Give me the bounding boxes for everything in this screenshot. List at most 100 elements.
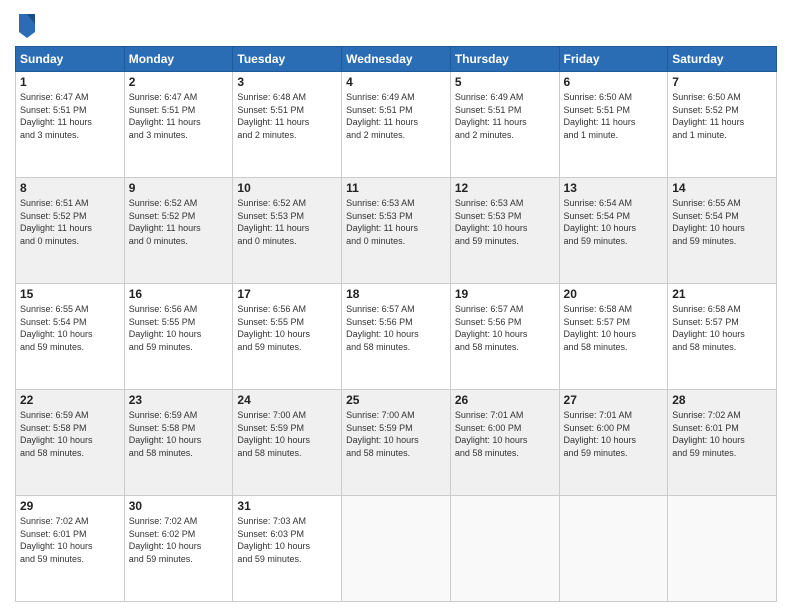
- calendar-day-cell: 31 Sunrise: 7:03 AM Sunset: 6:03 PM Dayli…: [233, 496, 342, 602]
- day-number: 6: [564, 75, 664, 89]
- calendar-day-cell: 18 Sunrise: 6:57 AM Sunset: 5:56 PM Dayli…: [342, 284, 451, 390]
- day-info: Sunrise: 6:57 AM Sunset: 5:56 PM Dayligh…: [346, 303, 446, 353]
- day-number: 11: [346, 181, 446, 195]
- day-info: Sunrise: 7:00 AM Sunset: 5:59 PM Dayligh…: [346, 409, 446, 459]
- day-number: 22: [20, 393, 120, 407]
- day-info: Sunrise: 6:56 AM Sunset: 5:55 PM Dayligh…: [129, 303, 229, 353]
- day-number: 15: [20, 287, 120, 301]
- day-number: 4: [346, 75, 446, 89]
- calendar-day-cell: 11Sunrise: 6:53 AM Sunset: 5:53 PM Dayli…: [342, 178, 451, 284]
- calendar-day-cell: 8 Sunrise: 6:51 AM Sunset: 5:52 PM Daylig…: [16, 178, 125, 284]
- day-number: 24: [237, 393, 337, 407]
- day-info: Sunrise: 6:49 AM Sunset: 5:51 PM Dayligh…: [455, 91, 555, 141]
- day-number: 17: [237, 287, 337, 301]
- day-number: 27: [564, 393, 664, 407]
- day-number: 21: [672, 287, 772, 301]
- day-info: Sunrise: 6:48 AM Sunset: 5:51 PM Dayligh…: [237, 91, 337, 141]
- day-number: 23: [129, 393, 229, 407]
- day-info: Sunrise: 6:52 AM Sunset: 5:52 PM Dayligh…: [129, 197, 229, 247]
- calendar-day-cell: 28 Sunrise: 7:02 AM Sunset: 6:01 PM Dayli…: [668, 390, 777, 496]
- day-number: 28: [672, 393, 772, 407]
- day-number: 2: [129, 75, 229, 89]
- calendar-day-cell: 2 Sunrise: 6:47 AM Sunset: 5:51 PM Daylig…: [124, 72, 233, 178]
- calendar-week-row: 29Sunrise: 7:02 AM Sunset: 6:01 PM Dayli…: [16, 496, 777, 602]
- weekday-thursday: Thursday: [450, 47, 559, 72]
- day-info: Sunrise: 7:01 AM Sunset: 6:00 PM Dayligh…: [564, 409, 664, 459]
- weekday-friday: Friday: [559, 47, 668, 72]
- day-number: 14: [672, 181, 772, 195]
- calendar-day-cell: 23 Sunrise: 6:59 AM Sunset: 5:58 PM Dayli…: [124, 390, 233, 496]
- day-info: Sunrise: 6:59 AM Sunset: 5:58 PM Dayligh…: [129, 409, 229, 459]
- day-info: Sunrise: 7:03 AM Sunset: 6:03 PM Dayligh…: [237, 515, 337, 565]
- weekday-monday: Monday: [124, 47, 233, 72]
- day-number: 18: [346, 287, 446, 301]
- day-number: 9: [129, 181, 229, 195]
- calendar-day-cell: 27 Sunrise: 7:01 AM Sunset: 6:00 PM Dayli…: [559, 390, 668, 496]
- weekday-tuesday: Tuesday: [233, 47, 342, 72]
- header: [15, 10, 777, 38]
- calendar-day-cell: 6Sunrise: 6:50 AM Sunset: 5:51 PM Daylig…: [559, 72, 668, 178]
- calendar-day-cell: [342, 496, 451, 602]
- calendar-day-cell: [668, 496, 777, 602]
- day-info: Sunrise: 6:49 AM Sunset: 5:51 PM Dayligh…: [346, 91, 446, 141]
- calendar-day-cell: 20Sunrise: 6:58 AM Sunset: 5:57 PM Dayli…: [559, 284, 668, 390]
- day-info: Sunrise: 6:55 AM Sunset: 5:54 PM Dayligh…: [672, 197, 772, 247]
- calendar-day-cell: 13 Sunrise: 6:54 AM Sunset: 5:54 PM Dayli…: [559, 178, 668, 284]
- day-info: Sunrise: 6:50 AM Sunset: 5:52 PM Dayligh…: [672, 91, 772, 141]
- day-number: 7: [672, 75, 772, 89]
- calendar-day-cell: 25 Sunrise: 7:00 AM Sunset: 5:59 PM Dayli…: [342, 390, 451, 496]
- calendar-day-cell: 30 Sunrise: 7:02 AM Sunset: 6:02 PM Dayli…: [124, 496, 233, 602]
- calendar-day-cell: 1Sunrise: 6:47 AM Sunset: 5:51 PM Daylig…: [16, 72, 125, 178]
- day-number: 31: [237, 499, 337, 513]
- logo: [15, 10, 37, 38]
- day-number: 12: [455, 181, 555, 195]
- calendar-day-cell: 7 Sunrise: 6:50 AM Sunset: 5:52 PM Daylig…: [668, 72, 777, 178]
- calendar-day-cell: 21 Sunrise: 6:58 AM Sunset: 5:57 PM Dayli…: [668, 284, 777, 390]
- day-number: 8: [20, 181, 120, 195]
- calendar-day-cell: 26 Sunrise: 7:01 AM Sunset: 6:00 PM Dayli…: [450, 390, 559, 496]
- calendar-day-cell: [559, 496, 668, 602]
- calendar-day-cell: 22 Sunrise: 6:59 AM Sunset: 5:58 PM Dayli…: [16, 390, 125, 496]
- day-number: 30: [129, 499, 229, 513]
- calendar-day-cell: 3 Sunrise: 6:48 AM Sunset: 5:51 PM Daylig…: [233, 72, 342, 178]
- calendar-day-cell: 4 Sunrise: 6:49 AM Sunset: 5:51 PM Daylig…: [342, 72, 451, 178]
- day-number: 3: [237, 75, 337, 89]
- day-info: Sunrise: 6:47 AM Sunset: 5:51 PM Dayligh…: [20, 91, 120, 141]
- day-number: 26: [455, 393, 555, 407]
- day-info: Sunrise: 6:51 AM Sunset: 5:52 PM Dayligh…: [20, 197, 120, 247]
- day-number: 5: [455, 75, 555, 89]
- day-info: Sunrise: 6:53 AM Sunset: 5:53 PM Dayligh…: [455, 197, 555, 247]
- weekday-saturday: Saturday: [668, 47, 777, 72]
- calendar-day-cell: 5 Sunrise: 6:49 AM Sunset: 5:51 PM Daylig…: [450, 72, 559, 178]
- day-info: Sunrise: 6:58 AM Sunset: 5:57 PM Dayligh…: [672, 303, 772, 353]
- day-number: 16: [129, 287, 229, 301]
- calendar-day-cell: 15 Sunrise: 6:55 AM Sunset: 5:54 PM Dayli…: [16, 284, 125, 390]
- calendar-table: SundayMondayTuesdayWednesdayThursdayFrid…: [15, 46, 777, 602]
- calendar-week-row: 8 Sunrise: 6:51 AM Sunset: 5:52 PM Daylig…: [16, 178, 777, 284]
- day-number: 19: [455, 287, 555, 301]
- calendar-day-cell: 24 Sunrise: 7:00 AM Sunset: 5:59 PM Dayli…: [233, 390, 342, 496]
- calendar-week-row: 22 Sunrise: 6:59 AM Sunset: 5:58 PM Dayli…: [16, 390, 777, 496]
- day-number: 20: [564, 287, 664, 301]
- weekday-wednesday: Wednesday: [342, 47, 451, 72]
- day-info: Sunrise: 6:59 AM Sunset: 5:58 PM Dayligh…: [20, 409, 120, 459]
- day-info: Sunrise: 7:00 AM Sunset: 5:59 PM Dayligh…: [237, 409, 337, 459]
- day-info: Sunrise: 7:02 AM Sunset: 6:01 PM Dayligh…: [20, 515, 120, 565]
- day-info: Sunrise: 6:47 AM Sunset: 5:51 PM Dayligh…: [129, 91, 229, 141]
- calendar-day-cell: 29Sunrise: 7:02 AM Sunset: 6:01 PM Dayli…: [16, 496, 125, 602]
- calendar-day-cell: 12 Sunrise: 6:53 AM Sunset: 5:53 PM Dayli…: [450, 178, 559, 284]
- calendar-day-cell: 16 Sunrise: 6:56 AM Sunset: 5:55 PM Dayli…: [124, 284, 233, 390]
- calendar-day-cell: 17Sunrise: 6:56 AM Sunset: 5:55 PM Dayli…: [233, 284, 342, 390]
- calendar-day-cell: [450, 496, 559, 602]
- weekday-header-row: SundayMondayTuesdayWednesdayThursdayFrid…: [16, 47, 777, 72]
- day-number: 13: [564, 181, 664, 195]
- day-info: Sunrise: 6:54 AM Sunset: 5:54 PM Dayligh…: [564, 197, 664, 247]
- day-info: Sunrise: 7:02 AM Sunset: 6:02 PM Dayligh…: [129, 515, 229, 565]
- day-info: Sunrise: 7:01 AM Sunset: 6:00 PM Dayligh…: [455, 409, 555, 459]
- day-info: Sunrise: 6:52 AM Sunset: 5:53 PM Dayligh…: [237, 197, 337, 247]
- day-number: 25: [346, 393, 446, 407]
- day-info: Sunrise: 7:02 AM Sunset: 6:01 PM Dayligh…: [672, 409, 772, 459]
- day-info: Sunrise: 6:55 AM Sunset: 5:54 PM Dayligh…: [20, 303, 120, 353]
- weekday-sunday: Sunday: [16, 47, 125, 72]
- logo-icon: [17, 10, 37, 38]
